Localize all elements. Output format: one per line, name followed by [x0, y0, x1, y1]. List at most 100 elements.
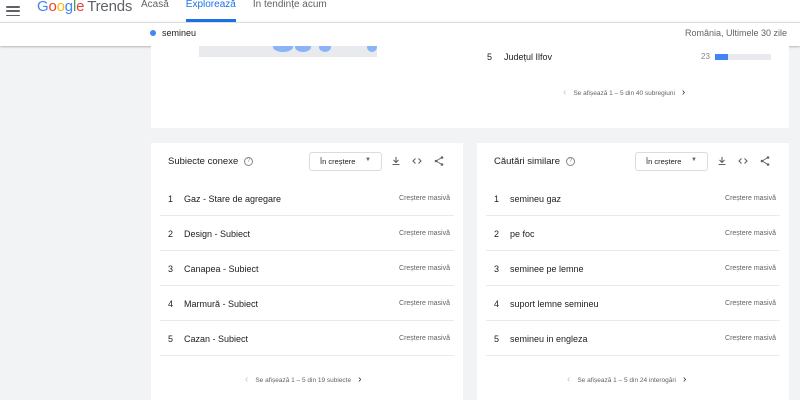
item-status: Creștere masivă [725, 335, 776, 342]
item-status: Creștere masivă [399, 230, 450, 237]
item-label: semineu gaz [510, 194, 562, 204]
list-item[interactable]: 3 Canapea - Subiect Creștere masivă [160, 251, 454, 286]
help-circle-icon[interactable]: ? [566, 157, 575, 166]
hamburger-menu-icon[interactable] [6, 6, 20, 16]
item-status: Creștere masivă [399, 265, 450, 272]
queries-pager: ‹ Se afișează 1 – 5 din 24 interogări › [567, 375, 686, 385]
sort-dropdown[interactable]: În creștere ▼ [309, 152, 382, 171]
nav-home[interactable]: Acasă [141, 0, 169, 22]
google-trends-logo[interactable]: Google Trends [37, 0, 132, 14]
list-item[interactable]: 5 Cazan - Subiect Creștere masivă [160, 321, 454, 356]
card-title: Subiecte conexe ? [168, 156, 254, 167]
item-label: pe foc [510, 229, 535, 239]
item-label: Marmură - Subiect [184, 299, 259, 309]
subregion-card: 5 Județul Ilfov 23 ‹ Se afișează 1 – 5 d… [151, 46, 789, 128]
help-circle-icon[interactable]: ? [244, 157, 254, 166]
nav-trending-now[interactable]: În tendințe acum [253, 0, 327, 22]
logo-letter: o [48, 0, 57, 15]
logo-letter: e [76, 0, 85, 15]
topics-list: 1 Gaz - Stare de agregare Creștere masivă … [160, 181, 454, 356]
sort-dropdown[interactable]: În creștere ▼ [635, 152, 708, 171]
related-queries-card: Căutări similare ? În creștere ▼ 1 semine… [477, 143, 789, 400]
caret-down-icon: ▼ [691, 157, 697, 163]
search-term-label[interactable]: semineu [162, 28, 196, 38]
item-rank: 3 [494, 264, 500, 274]
item-rank: 5 [168, 334, 174, 344]
share-icon[interactable] [759, 155, 771, 167]
pager-text: Se afișează 1 – 5 din 19 subiecte [255, 376, 352, 384]
item-status: Creștere masivă [725, 230, 776, 237]
list-item[interactable]: 2 pe foc Creștere masivă [486, 216, 780, 251]
caret-down-icon: ▼ [365, 157, 371, 163]
item-rank: 2 [168, 229, 174, 239]
item-status: Creștere masivă [725, 195, 776, 202]
queries-list: 1 semineu gaz Creștere masivă 2 pe foc Creșt… [486, 181, 780, 356]
download-icon[interactable] [390, 155, 402, 167]
download-icon[interactable] [716, 155, 728, 167]
item-status: Creștere masivă [399, 195, 450, 202]
topics-pager: ‹ Se afișează 1 – 5 din 19 subiecte › [245, 375, 361, 385]
subregion-bar-track [715, 54, 771, 60]
map-shape [319, 46, 331, 52]
code-embed-icon[interactable] [411, 155, 423, 167]
chevron-left-icon[interactable]: ‹ [563, 88, 566, 98]
top-app-bar: Google Trends Acasă Explorează În tendinț… [0, 0, 800, 22]
subregion-bar-fill [715, 54, 728, 60]
list-item[interactable]: 4 Marmură - Subiect Creștere masivă [160, 286, 454, 321]
search-term-bar: semineu România, Ultimele 30 zile [0, 22, 800, 46]
chevron-right-icon[interactable]: › [358, 375, 361, 385]
item-rank: 1 [494, 194, 500, 204]
term-color-dot [150, 30, 156, 36]
item-label: suport lemne semineu [510, 299, 599, 309]
list-item[interactable]: 5 semineu in engleza Creștere masivă [486, 321, 780, 356]
item-label: seminee pe lemne [510, 264, 584, 274]
logo-letter: o [56, 0, 65, 15]
item-rank: 3 [168, 264, 174, 274]
subregion-rank: 5 [487, 52, 493, 62]
list-item[interactable]: 1 Gaz - Stare de agregare Creștere masivă [160, 181, 454, 216]
chevron-right-icon[interactable]: › [682, 88, 685, 98]
item-rank: 4 [494, 299, 500, 309]
logo-letter: G [37, 0, 49, 15]
list-item[interactable]: 1 semineu gaz Creștere masivă [486, 181, 780, 216]
chevron-left-icon[interactable]: ‹ [567, 375, 570, 385]
map-shape [273, 46, 293, 52]
list-item[interactable]: 2 Design - Subiect Creștere masivă [160, 216, 454, 251]
item-status: Creștere masivă [399, 335, 450, 342]
chevron-right-icon[interactable]: › [683, 375, 686, 385]
region-map[interactable] [199, 46, 377, 57]
card-title-text: Căutări similare [494, 156, 560, 167]
region-time-label[interactable]: România, Ultimele 30 zile [685, 28, 787, 38]
list-item[interactable]: 4 suport lemne semineu Creștere masivă [486, 286, 780, 321]
item-label: semineu in engleza [510, 334, 588, 344]
map-shape [295, 46, 311, 52]
subregion-pager: ‹ Se afișează 1 – 5 din 40 subregiuni › [563, 88, 685, 98]
pager-text: Se afișează 1 – 5 din 40 subregiuni [573, 89, 675, 97]
item-status: Creștere masivă [725, 300, 776, 307]
logo-product-name: Trends [87, 0, 133, 15]
item-rank: 4 [168, 299, 174, 309]
subregion-row[interactable]: 5 Județul Ilfov 23 [487, 52, 771, 66]
item-rank: 5 [494, 334, 500, 344]
related-topics-card: Subiecte conexe ? În creștere ▼ 1 Gaz - S… [151, 143, 463, 400]
item-label: Canapea - Subiect [184, 264, 259, 274]
logo-letter: g [64, 0, 73, 15]
nav-explore[interactable]: Explorează [185, 0, 236, 22]
card-title: Căutări similare ? [494, 156, 575, 167]
sort-dropdown-label: În creștere [646, 157, 682, 166]
pager-text: Se afișează 1 – 5 din 24 interogări [577, 376, 676, 384]
card-title-text: Subiecte conexe [168, 156, 239, 167]
item-label: Gaz - Stare de agregare [184, 194, 282, 204]
sort-dropdown-label: În creștere [320, 157, 356, 166]
list-item[interactable]: 3 seminee pe lemne Creștere masivă [486, 251, 780, 286]
main-nav: Acasă Explorează În tendințe acum [141, 0, 344, 22]
item-rank: 1 [168, 194, 174, 204]
subregion-value: 23 [701, 52, 710, 61]
item-label: Cazan - Subiect [184, 334, 249, 344]
map-shape [367, 46, 377, 52]
item-status: Creștere masivă [725, 265, 776, 272]
share-icon[interactable] [433, 155, 445, 167]
subregion-name: Județul Ilfov [504, 52, 553, 62]
code-embed-icon[interactable] [737, 155, 749, 167]
chevron-left-icon[interactable]: ‹ [245, 375, 248, 385]
